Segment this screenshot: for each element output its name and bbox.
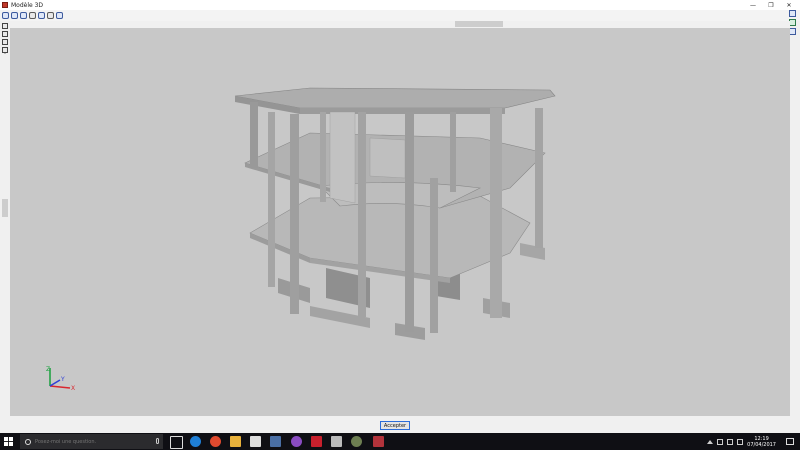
- task-view-icon[interactable]: [170, 436, 183, 449]
- photos-icon[interactable]: [270, 436, 281, 447]
- chevron-up-icon[interactable]: [707, 439, 714, 444]
- volume-icon[interactable]: [727, 438, 734, 445]
- layers-icon[interactable]: [2, 39, 8, 45]
- microphone-icon[interactable]: [156, 438, 159, 444]
- left-toolbar: ˄: [0, 21, 10, 416]
- keyboard-icon[interactable]: [737, 438, 744, 445]
- vertical-scroll-thumb[interactable]: [2, 199, 8, 217]
- clock-date: 07/04/2017: [747, 441, 776, 448]
- notifications-icon[interactable]: [786, 438, 794, 445]
- status-bar: Accepter: [0, 416, 800, 433]
- zoom-in-icon[interactable]: [20, 12, 27, 19]
- horizontal-scroll-thumb[interactable]: [455, 21, 503, 27]
- minimize-button[interactable]: —: [744, 0, 762, 10]
- column: [358, 112, 366, 317]
- column: [430, 178, 438, 333]
- print-icon[interactable]: [789, 10, 796, 17]
- accept-button[interactable]: Accepter: [380, 421, 410, 430]
- autocad-icon[interactable]: [311, 436, 322, 447]
- save-icon[interactable]: [789, 19, 796, 26]
- cortana-search-box[interactable]: [20, 434, 163, 449]
- store-icon[interactable]: [250, 436, 261, 447]
- restore-button[interactable]: ❐: [762, 0, 780, 10]
- column: [450, 112, 456, 192]
- zoom-window-icon[interactable]: [2, 12, 9, 19]
- 3d-viewport[interactable]: Z Y X: [10, 28, 790, 416]
- cortana-icon: [25, 438, 31, 445]
- column: [490, 108, 502, 318]
- structure-app-icon[interactable]: [373, 436, 384, 447]
- taskbar: 12:19 07/04/2017: [0, 433, 800, 450]
- clock[interactable]: 12:19 07/04/2017: [747, 436, 776, 448]
- column: [268, 112, 275, 287]
- column: [405, 112, 414, 332]
- refresh-icon[interactable]: [56, 12, 63, 19]
- zoom-previous-icon[interactable]: [29, 12, 36, 19]
- system-tray: 12:19 07/04/2017: [707, 433, 800, 450]
- axis-triad: Z Y X: [46, 366, 75, 392]
- column: [535, 108, 543, 248]
- y-axis-label: Y: [60, 376, 65, 383]
- app-icon[interactable]: [291, 436, 302, 447]
- x-axis-label: X: [71, 385, 75, 392]
- zoom-extents-icon[interactable]: [11, 12, 18, 19]
- file-explorer-icon[interactable]: [230, 436, 241, 447]
- horizontal-scrollbar[interactable]: [10, 21, 790, 28]
- measure-icon[interactable]: [2, 23, 8, 29]
- column: [290, 114, 299, 314]
- wall-panel: [369, 137, 406, 179]
- column: [250, 102, 258, 168]
- app-icon-2[interactable]: [351, 436, 362, 447]
- print-icon[interactable]: [2, 31, 8, 37]
- app-logo-icon: [2, 2, 8, 8]
- orbit-icon[interactable]: [38, 12, 45, 19]
- windows-start-icon[interactable]: [4, 437, 13, 446]
- scroll-up-arrow-icon[interactable]: ˄: [4, 53, 7, 59]
- edge-icon[interactable]: [190, 436, 201, 447]
- building-model: Z Y X: [46, 87, 556, 392]
- network-icon[interactable]: [717, 438, 724, 445]
- wall-panel: [329, 111, 356, 204]
- export-icon[interactable]: [789, 28, 796, 35]
- z-axis-label: Z: [46, 366, 50, 373]
- calculator-icon[interactable]: [331, 436, 342, 447]
- pan-hand-icon[interactable]: [47, 12, 54, 19]
- right-toolbar: [789, 10, 798, 35]
- column: [320, 112, 326, 202]
- view-toolbar: [0, 10, 800, 21]
- search-input[interactable]: [35, 438, 145, 445]
- chrome-icon[interactable]: [210, 436, 221, 447]
- close-button[interactable]: ✕: [780, 0, 798, 10]
- window-controls: — ❐ ✕: [744, 0, 798, 10]
- window-title: Modèle 3D: [11, 1, 44, 9]
